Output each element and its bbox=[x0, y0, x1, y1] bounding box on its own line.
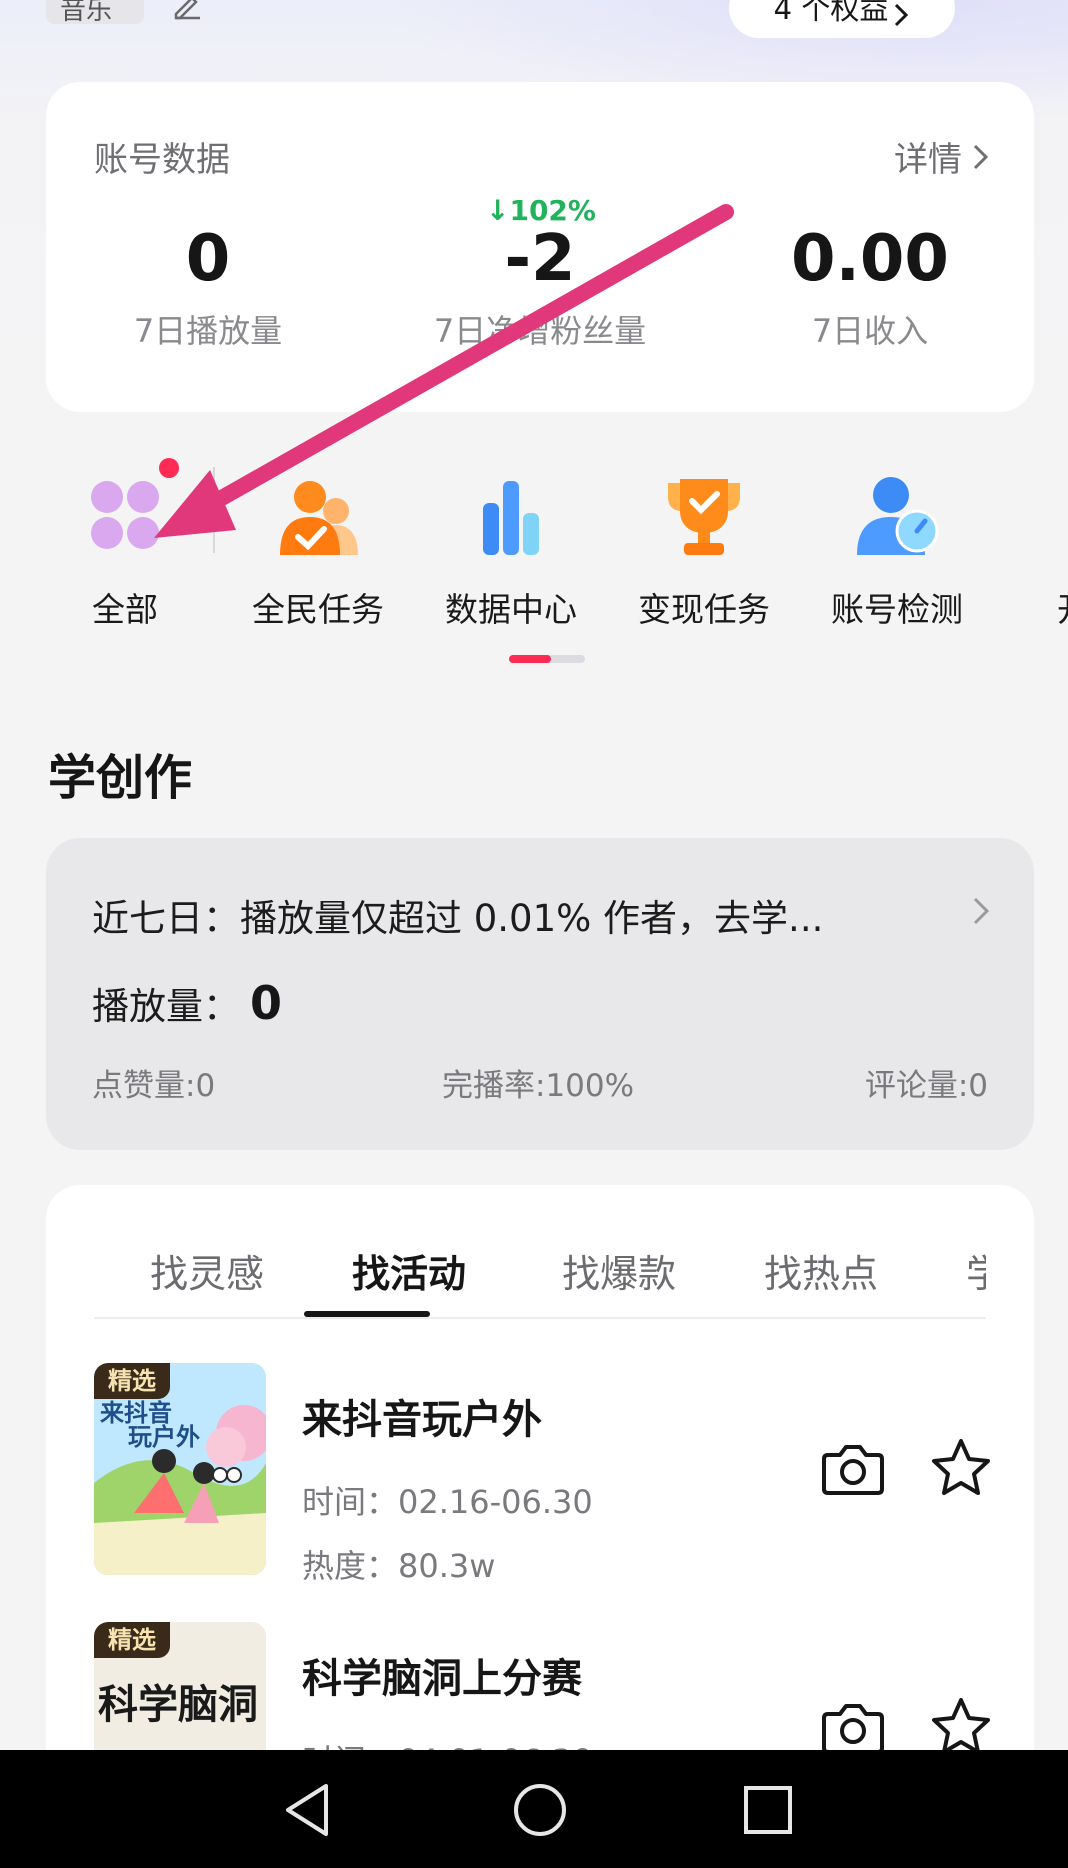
chevron-right-icon bbox=[973, 144, 989, 169]
category-tag-label: 音乐 bbox=[60, 0, 113, 24]
star-icon[interactable] bbox=[928, 1435, 994, 1501]
learn-tip: 近七日：播放量仅超过 0.01% 作者，去学... bbox=[92, 897, 824, 940]
account-data-card: 账号数据 详情 ↓102% 0 7日播放量 -2 7日净增粉丝量 0.00 7日… bbox=[46, 82, 1034, 412]
play-count-value: 0 bbox=[250, 976, 283, 1030]
featured-badge: 精选 bbox=[94, 1363, 170, 1399]
stat-label: 7日净增粉丝量 bbox=[433, 312, 647, 350]
comments-count: 评论量:0 bbox=[864, 1068, 988, 1104]
recents-icon[interactable] bbox=[736, 1778, 800, 1842]
trophy-icon bbox=[668, 479, 740, 555]
action-all[interactable]: 全部 bbox=[35, 455, 215, 629]
category-tag[interactable]: 音乐 bbox=[46, 0, 144, 24]
stat-label: 7日播放量 bbox=[133, 312, 283, 350]
action-label: 全民任务 bbox=[252, 590, 384, 629]
stat-value: 0.00 bbox=[791, 222, 949, 296]
actions-pager bbox=[509, 655, 585, 663]
grid-apps-icon bbox=[91, 481, 159, 549]
featured-badge: 精选 bbox=[94, 1622, 170, 1658]
action-start[interactable]: 开始 bbox=[1000, 455, 1068, 629]
activity-title: 科学脑洞上分赛 bbox=[302, 1656, 582, 1702]
camera-icon[interactable] bbox=[820, 1435, 886, 1501]
learn-creation-card[interactable]: 近七日：播放量仅超过 0.01% 作者，去学... 播放量： 0 点赞量:0 完… bbox=[46, 838, 1034, 1150]
stat-label: 7日收入 bbox=[811, 312, 929, 350]
section-title: 学创作 bbox=[48, 750, 193, 806]
activity-item[interactable]: 来抖音 玩户外 精选 来抖音玩户外 时间：02.16-06.30 热度：80.3… bbox=[94, 1363, 990, 1585]
action-account-check[interactable]: 账号检测 bbox=[807, 455, 987, 629]
action-data-center[interactable]: 数据中心 bbox=[421, 455, 601, 629]
tab-courses[interactable]: 学课程 bbox=[966, 1243, 986, 1298]
pink-icon bbox=[1042, 467, 1068, 563]
benefits-button[interactable]: 4 个权益 bbox=[729, 0, 955, 38]
details-link[interactable]: 详情 bbox=[894, 132, 990, 181]
bar-chart-icon bbox=[483, 481, 539, 555]
stat-plays[interactable]: 0 7日播放量 bbox=[58, 222, 358, 352]
quick-actions: 全部 全民任务 数据中心 变现任务 账号检测 bbox=[0, 455, 1068, 629]
action-label: 账号检测 bbox=[831, 590, 963, 629]
home-icon[interactable] bbox=[508, 1778, 572, 1842]
activity-tabs: 找灵感 找活动 找爆款 找热点 学课程 bbox=[94, 1243, 986, 1319]
stat-net-fans[interactable]: -2 7日净增粉丝量 bbox=[390, 222, 690, 352]
play-count-label: 播放量： bbox=[92, 985, 240, 1028]
likes-count: 点赞量:0 bbox=[92, 1068, 216, 1104]
action-people-task[interactable]: 全民任务 bbox=[228, 455, 408, 629]
svg-text:科学脑洞: 科学脑洞 bbox=[98, 1682, 258, 1728]
details-label: 详情 bbox=[894, 140, 962, 180]
edit-icon[interactable] bbox=[172, 0, 202, 20]
activity-thumbnail[interactable]: 来抖音 玩户外 精选 bbox=[94, 1363, 266, 1575]
action-label: 数据中心 bbox=[445, 590, 577, 629]
account-data-title: 账号数据 bbox=[94, 140, 230, 180]
completion-rate: 完播率:100% bbox=[442, 1068, 635, 1104]
system-nav-bar bbox=[0, 1750, 1068, 1868]
tab-trending[interactable]: 找热点 bbox=[764, 1243, 878, 1298]
tab-inspiration[interactable]: 找灵感 bbox=[150, 1243, 264, 1298]
play-count-row: 播放量： 0 bbox=[92, 976, 282, 1030]
activity-heat: 热度：80.3w bbox=[302, 1547, 496, 1585]
chevron-right-icon bbox=[973, 897, 990, 925]
stat-income[interactable]: 0.00 7日收入 bbox=[720, 222, 1020, 352]
tab-indicator bbox=[304, 1311, 430, 1317]
pager-active-segment bbox=[509, 655, 551, 663]
tab-activities[interactable]: 找活动 bbox=[352, 1243, 466, 1298]
user-check-icon bbox=[857, 477, 939, 555]
benefits-label: 4 个权益 bbox=[773, 0, 889, 26]
people-task-icon bbox=[280, 481, 358, 555]
action-monetize-task[interactable]: 变现任务 bbox=[614, 455, 794, 629]
chevron-right-icon bbox=[895, 3, 909, 27]
action-label: 全部 bbox=[92, 590, 158, 629]
stat-value: -2 bbox=[504, 222, 576, 296]
svg-text:玩户外: 玩户外 bbox=[128, 1423, 200, 1451]
action-label: 开始 bbox=[1000, 583, 1068, 631]
activity-time: 时间：02.16-06.30 bbox=[302, 1483, 593, 1521]
action-label: 变现任务 bbox=[638, 590, 770, 629]
activity-title: 来抖音玩户外 bbox=[302, 1397, 542, 1443]
tab-hits[interactable]: 找爆款 bbox=[562, 1243, 676, 1298]
page: { "top": { "tag_label": "音乐", "benefits_… bbox=[0, 0, 1068, 1868]
back-icon[interactable] bbox=[276, 1778, 340, 1842]
stat-value: 0 bbox=[185, 222, 231, 296]
notification-dot bbox=[159, 458, 179, 478]
